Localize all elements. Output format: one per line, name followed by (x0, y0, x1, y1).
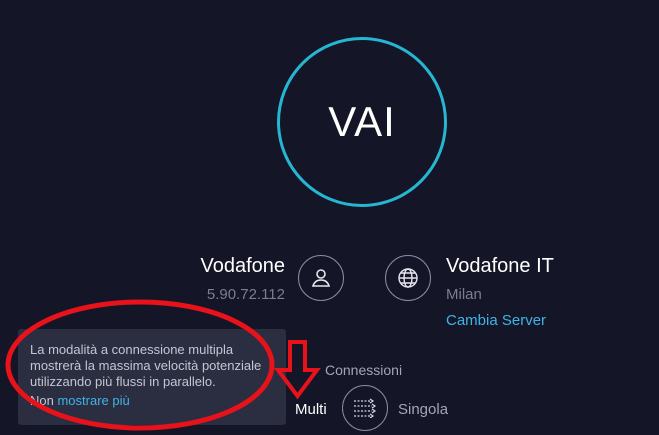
connections-toggle-icon[interactable] (342, 385, 388, 431)
multi-connection-tooltip: La modalità a connessione multipla mostr… (18, 329, 286, 425)
server-city: Milan (446, 286, 482, 303)
go-button-label: VAI (328, 98, 396, 145)
connections-title: Connessioni (325, 362, 403, 378)
tooltip-text: La modalità a connessione multipla mostr… (30, 342, 262, 389)
go-button[interactable]: VAI (277, 37, 447, 207)
tooltip-link-label: mostrare più (57, 393, 130, 408)
user-icon (298, 255, 344, 301)
server-name: Vodafone IT (446, 255, 554, 277)
multi-connection-option[interactable]: Multi (295, 401, 327, 418)
single-connection-option[interactable]: Singola (398, 401, 448, 418)
isp-name: Vodafone (200, 255, 285, 277)
tooltip-link-prefix: Non (30, 393, 58, 408)
change-server-link[interactable]: Cambia Server (446, 312, 546, 329)
isp-ip-address: 5.90.72.112 (206, 286, 285, 303)
globe-icon (385, 255, 431, 301)
dont-show-again-link[interactable]: Non mostrare più (30, 393, 273, 409)
